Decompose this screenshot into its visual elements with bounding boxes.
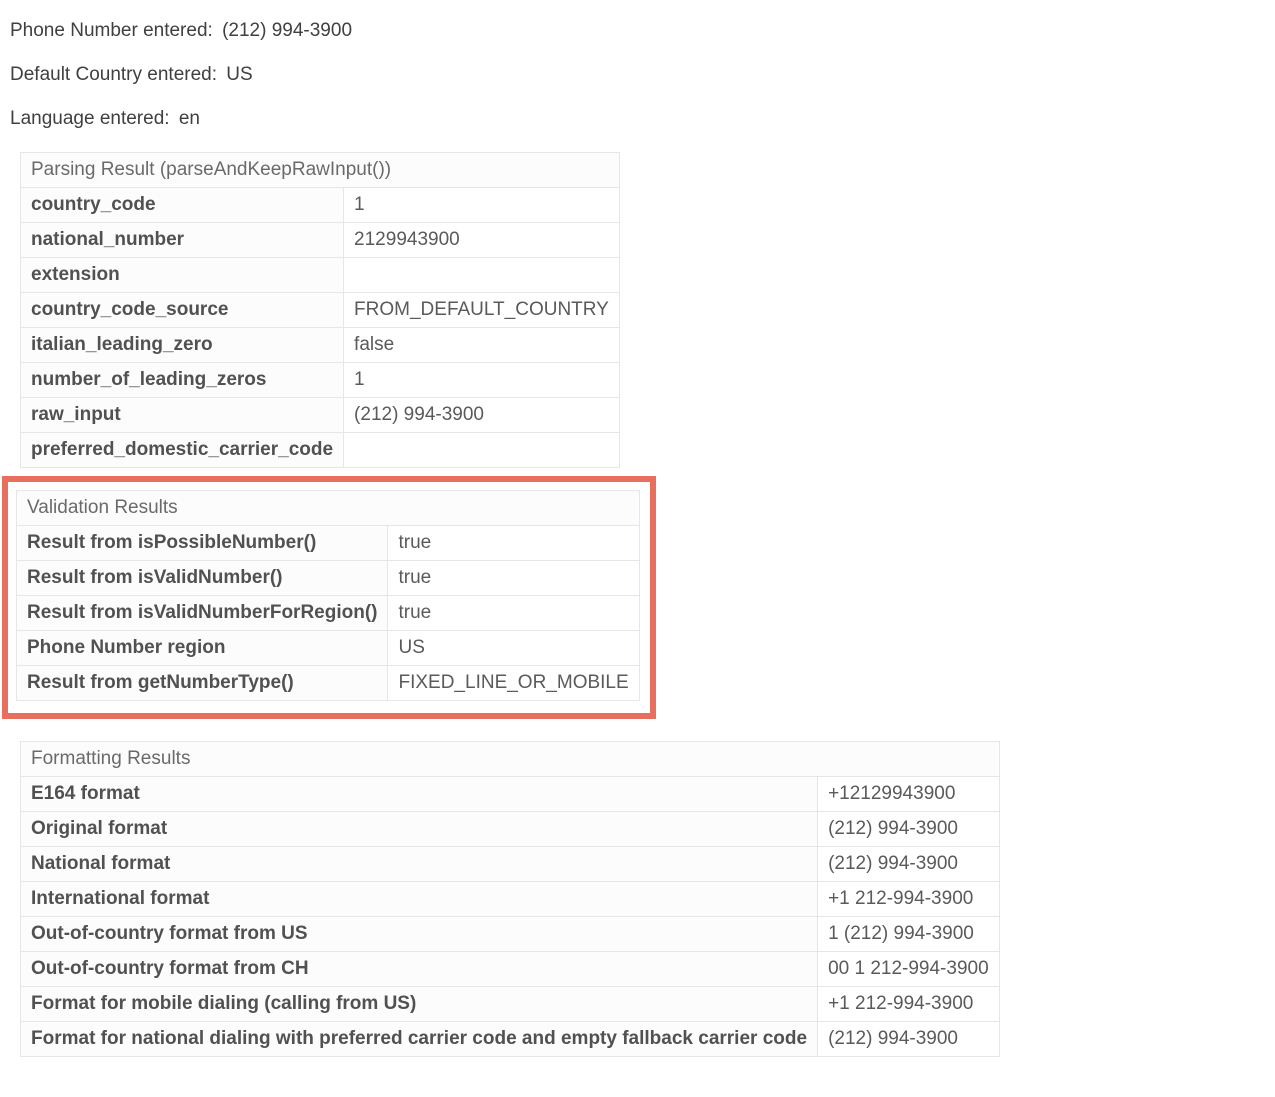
parsing-row-value: (212) 994-3900 <box>344 398 620 433</box>
formatting-row-value: +1 212-994-3900 <box>818 882 1000 917</box>
parsing-row: national_number2129943900 <box>21 223 620 258</box>
parsing-row: italian_leading_zerofalse <box>21 328 620 363</box>
validation-row: Result from isValidNumberForRegion()true <box>17 596 640 631</box>
summary-phone-label: Phone Number entered: <box>10 20 213 41</box>
summary-language-label: Language entered: <box>10 108 170 129</box>
parsing-row-value <box>344 258 620 293</box>
formatting-table: Formatting Results E164 format+121299439… <box>20 741 1000 1057</box>
parsing-row-value: false <box>344 328 620 363</box>
formatting-row: Original format(212) 994-3900 <box>21 812 1000 847</box>
formatting-row: E164 format+12129943900 <box>21 777 1000 812</box>
formatting-row: Format for mobile dialing (calling from … <box>21 987 1000 1022</box>
formatting-row-value: 1 (212) 994-3900 <box>818 917 1000 952</box>
validation-row-key: Phone Number region <box>17 631 388 666</box>
validation-title-row: Validation Results <box>17 491 640 526</box>
parsing-row-key: number_of_leading_zeros <box>21 363 344 398</box>
summary-country-value: US <box>226 64 252 85</box>
formatting-row-value: (212) 994-3900 <box>818 1022 1000 1057</box>
validation-row: Result from isValidNumber()true <box>17 561 640 596</box>
validation-title: Validation Results <box>17 491 640 526</box>
formatting-row: Out-of-country format from CH00 1 212-99… <box>21 952 1000 987</box>
validation-row: Result from getNumberType()FIXED_LINE_OR… <box>17 666 640 701</box>
formatting-row: Format for national dialing with preferr… <box>21 1022 1000 1057</box>
formatting-row-value: +12129943900 <box>818 777 1000 812</box>
parsing-row-key: extension <box>21 258 344 293</box>
formatting-row-value: (212) 994-3900 <box>818 812 1000 847</box>
validation-row-value: US <box>388 631 639 666</box>
formatting-title-row: Formatting Results <box>21 742 1000 777</box>
parsing-row-key: national_number <box>21 223 344 258</box>
parsing-title-row: Parsing Result (parseAndKeepRawInput()) <box>21 153 620 188</box>
formatting-row-key: Out-of-country format from CH <box>21 952 818 987</box>
summary-language-value: en <box>179 108 200 129</box>
summary-country: Default Country entered: US <box>10 64 1265 86</box>
parsing-row-key: italian_leading_zero <box>21 328 344 363</box>
parsing-table: Parsing Result (parseAndKeepRawInput()) … <box>20 152 620 468</box>
parsing-row: country_code_sourceFROM_DEFAULT_COUNTRY <box>21 293 620 328</box>
parsing-row-value: FROM_DEFAULT_COUNTRY <box>344 293 620 328</box>
formatting-title: Formatting Results <box>21 742 1000 777</box>
formatting-row-key: Format for mobile dialing (calling from … <box>21 987 818 1022</box>
formatting-row-key: Out-of-country format from US <box>21 917 818 952</box>
formatting-row-value: (212) 994-3900 <box>818 847 1000 882</box>
parsing-row-key: country_code_source <box>21 293 344 328</box>
summary-language: Language entered: en <box>10 108 1265 130</box>
formatting-row-key: National format <box>21 847 818 882</box>
formatting-row-key: International format <box>21 882 818 917</box>
formatting-row: Out-of-country format from US1 (212) 994… <box>21 917 1000 952</box>
formatting-row-key: Format for national dialing with preferr… <box>21 1022 818 1057</box>
parsing-row-key: raw_input <box>21 398 344 433</box>
parsing-row: country_code1 <box>21 188 620 223</box>
validation-row-value: FIXED_LINE_OR_MOBILE <box>388 666 639 701</box>
formatting-row-key: Original format <box>21 812 818 847</box>
validation-row-key: Result from getNumberType() <box>17 666 388 701</box>
parsing-row-value: 1 <box>344 363 620 398</box>
parsing-row-value: 2129943900 <box>344 223 620 258</box>
formatting-row-value: +1 212-994-3900 <box>818 987 1000 1022</box>
parsing-row-value: 1 <box>344 188 620 223</box>
validation-row-key: Result from isPossibleNumber() <box>17 526 388 561</box>
validation-row: Result from isPossibleNumber()true <box>17 526 640 561</box>
validation-row-value: true <box>388 561 639 596</box>
parsing-row-key: preferred_domestic_carrier_code <box>21 433 344 468</box>
parsing-row: extension <box>21 258 620 293</box>
summary-phone: Phone Number entered: (212) 994-3900 <box>10 20 1265 42</box>
parsing-row: raw_input(212) 994-3900 <box>21 398 620 433</box>
formatting-row: National format(212) 994-3900 <box>21 847 1000 882</box>
parsing-row-key: country_code <box>21 188 344 223</box>
parsing-row-value <box>344 433 620 468</box>
formatting-row-value: 00 1 212-994-3900 <box>818 952 1000 987</box>
validation-row-value: true <box>388 596 639 631</box>
formatting-row-key: E164 format <box>21 777 818 812</box>
parsing-row: preferred_domestic_carrier_code <box>21 433 620 468</box>
validation-row-value: true <box>388 526 639 561</box>
validation-row: Phone Number regionUS <box>17 631 640 666</box>
validation-row-key: Result from isValidNumber() <box>17 561 388 596</box>
parsing-row: number_of_leading_zeros1 <box>21 363 620 398</box>
validation-table: Validation Results Result from isPossibl… <box>16 490 640 701</box>
validation-row-key: Result from isValidNumberForRegion() <box>17 596 388 631</box>
formatting-row: International format+1 212-994-3900 <box>21 882 1000 917</box>
summary-phone-value: (212) 994-3900 <box>222 20 352 41</box>
validation-highlight-box: Validation Results Result from isPossibl… <box>2 476 656 719</box>
parsing-title: Parsing Result (parseAndKeepRawInput()) <box>21 153 620 188</box>
summary-country-label: Default Country entered: <box>10 64 217 85</box>
